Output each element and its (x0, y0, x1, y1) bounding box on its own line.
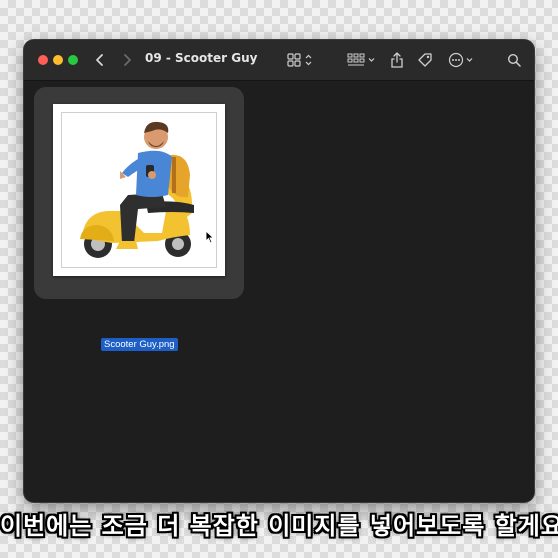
tag-icon[interactable] (415, 50, 435, 70)
scooter-guy-image (80, 121, 194, 258)
thumbnail-frame (61, 112, 217, 268)
file-thumbnail[interactable] (53, 104, 225, 276)
forward-chevron-icon[interactable] (117, 50, 137, 70)
window-title: 09 - Scooter Guy (145, 51, 258, 65)
toolbar: 09 - Scooter Guy (24, 40, 534, 81)
more-actions-icon[interactable] (447, 50, 477, 70)
file-name-label[interactable]: Scooter Guy.png (101, 338, 178, 351)
icon-view-icon[interactable] (286, 50, 316, 70)
finder-window: 09 - Scooter Guy Scooter Guy.png (24, 40, 534, 502)
mouse-cursor-icon (205, 229, 215, 248)
group-by-icon[interactable] (346, 50, 378, 70)
share-icon[interactable] (387, 50, 407, 70)
file-item[interactable] (34, 87, 244, 299)
back-chevron-icon[interactable] (90, 50, 110, 70)
video-caption: 이번에는 조금 더 복잡한 이미지를 넣어보도록 할게요. (0, 512, 558, 540)
search-icon[interactable] (504, 50, 524, 70)
file-area[interactable]: Scooter Guy.png (24, 81, 534, 502)
close-button[interactable] (38, 55, 48, 65)
zoom-button[interactable] (68, 55, 78, 65)
minimize-button[interactable] (53, 55, 63, 65)
